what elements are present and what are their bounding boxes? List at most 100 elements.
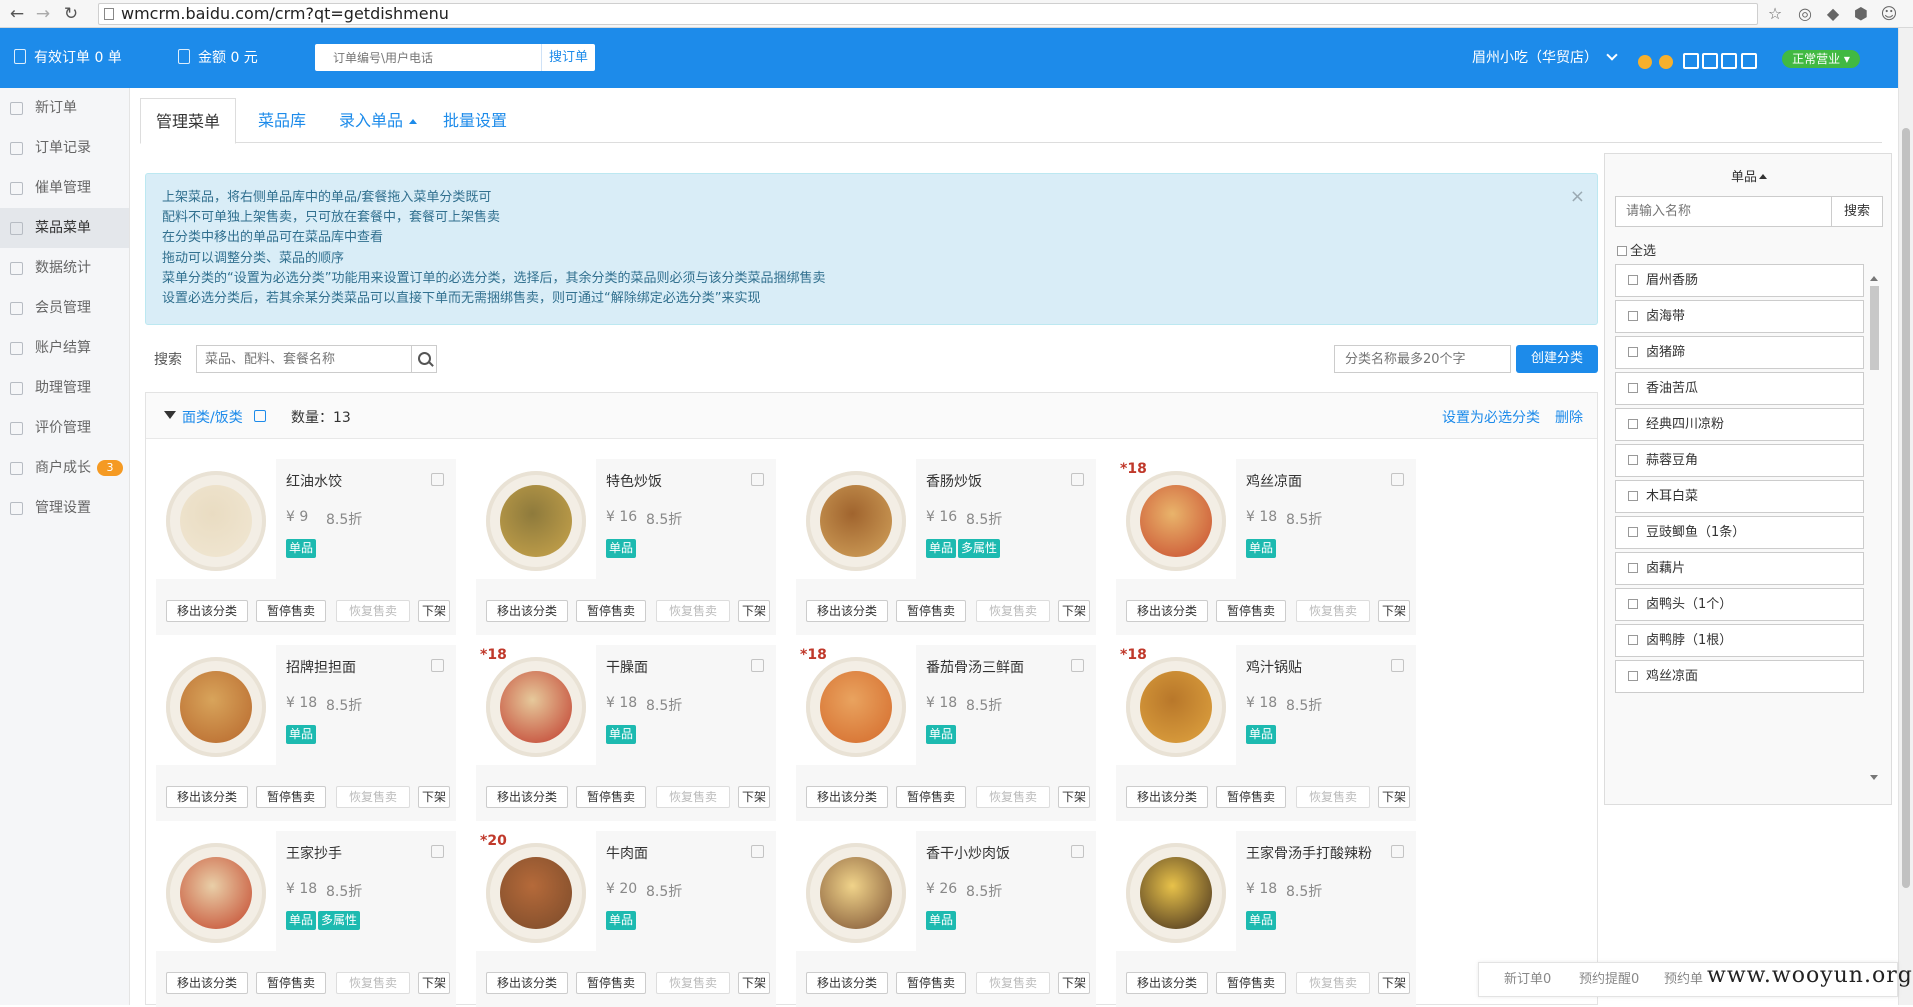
remove-from-category-button[interactable]: 移出该分类 [166,786,248,808]
item-checkbox[interactable] [1628,671,1638,681]
unlist-button[interactable]: 下架 [738,786,770,808]
dish-card[interactable]: *18 番茄骨汤三鲜面 ¥ 18 8.5折 单品 移出该分类 暂停售卖 恢复售卖 下架 [796,645,1096,821]
notice-reservation[interactable]: 预约单 [1664,963,1703,996]
panel-title[interactable]: 单品 [1605,166,1893,185]
unlist-button[interactable]: 下架 [1378,972,1410,994]
resume-sale-button[interactable]: 恢复售卖 [1296,972,1370,994]
unlist-button[interactable]: 下架 [738,600,770,622]
resume-sale-button[interactable]: 恢复售卖 [336,600,410,622]
resume-sale-button[interactable]: 恢复售卖 [336,972,410,994]
notice-dot-icon[interactable] [1638,55,1652,69]
dish-card[interactable]: 王家抄手 ¥ 18 8.5折 单品 多属性 移出该分类 暂停售卖 恢复售卖 下架 [156,831,456,1007]
library-item[interactable]: 蒜蓉豆角 [1615,444,1864,477]
edit-icon[interactable] [1391,659,1404,672]
dish-card[interactable]: 红油水饺 ¥ 9 8.5折 单品 移出该分类 暂停售卖 恢复售卖 下架 [156,459,456,635]
pause-sale-button[interactable]: 暂停售卖 [576,600,646,622]
dish-card[interactable]: *18 鸡汁锅贴 ¥ 18 8.5折 单品 移出该分类 暂停售卖 恢复售卖 下架 [1116,645,1416,821]
edit-icon[interactable] [431,473,444,486]
pause-sale-button[interactable]: 暂停售卖 [1216,600,1286,622]
unlist-button[interactable]: 下架 [1058,600,1090,622]
unlist-button[interactable]: 下架 [418,600,450,622]
library-item[interactable]: 卤鸭脖（1根） [1615,624,1864,657]
collapse-caret-icon[interactable] [164,411,176,419]
edit-icon[interactable] [1071,659,1084,672]
dish-card[interactable]: 王家骨汤手打酸辣粉 ¥ 18 8.5折 单品 移出该分类 暂停售卖 恢复售卖 下架 [1116,831,1416,1007]
tab-manage-menu[interactable]: 管理菜单 [140,98,236,144]
remove-from-category-button[interactable]: 移出该分类 [806,972,888,994]
valid-orders[interactable]: 有效订单 0 单 [14,48,122,68]
item-checkbox[interactable] [1628,635,1638,645]
dish-card[interactable]: 香肠炒饭 ¥ 16 8.5折 单品 多属性 移出该分类 暂停售卖 恢复售卖 下架 [796,459,1096,635]
sidebar-item-account[interactable]: 账户结算 [0,328,129,368]
edit-icon[interactable] [431,845,444,858]
extension-circle-icon[interactable]: ◎ [1795,4,1815,24]
sidebar-item-menu[interactable]: 菜品菜单 [0,208,129,248]
dish-card[interactable]: *20 牛肉面 ¥ 20 8.5折 单品 移出该分类 暂停售卖 恢复售卖 下架 [476,831,776,1007]
remove-from-category-button[interactable]: 移出该分类 [806,600,888,622]
edit-icon[interactable] [1391,473,1404,486]
pause-sale-button[interactable]: 暂停售卖 [576,786,646,808]
settings-icon[interactable] [1721,53,1737,69]
item-checkbox[interactable] [1628,275,1638,285]
dish-card[interactable]: 特色炒饭 ¥ 16 8.5折 单品 移出该分类 暂停售卖 恢复售卖 下架 [476,459,776,635]
resume-sale-button[interactable]: 恢复售卖 [656,786,730,808]
order-search-input[interactable] [315,44,542,71]
dish-card[interactable]: 香干小炒肉饭 ¥ 26 8.5折 单品 移出该分类 暂停售卖 恢复售卖 下架 [796,831,1096,1007]
select-all-checkbox[interactable] [1617,246,1627,256]
resume-sale-button[interactable]: 恢复售卖 [976,972,1050,994]
scroll-up-icon[interactable] [1870,276,1878,281]
dish-card[interactable]: *18 鸡丝凉面 ¥ 18 8.5折 单品 移出该分类 暂停售卖 恢复售卖 下架 [1116,459,1416,635]
library-item[interactable]: 卤鸭头（1个） [1615,588,1864,621]
item-checkbox[interactable] [1628,419,1638,429]
item-checkbox[interactable] [1628,491,1638,501]
edit-icon[interactable] [751,845,764,858]
forward-arrow-icon[interactable]: → [32,3,54,25]
edit-icon[interactable] [1391,845,1404,858]
item-checkbox[interactable] [1628,599,1638,609]
item-checkbox[interactable] [1628,311,1638,321]
item-checkbox[interactable] [1628,383,1638,393]
edit-icon[interactable] [1071,845,1084,858]
library-item[interactable]: 豆豉鲫鱼（1条） [1615,516,1864,549]
set-required-category-link[interactable]: 设置为必选分类 [1442,407,1540,427]
tab-dish-library[interactable]: 菜品库 [245,98,319,143]
pause-sale-button[interactable]: 暂停售卖 [896,786,966,808]
resume-sale-button[interactable]: 恢复售卖 [656,600,730,622]
category-name-input[interactable] [1334,345,1511,373]
sidebar-item-new-order[interactable]: 新订单 [0,88,129,128]
library-item[interactable]: 卤猪蹄 [1615,336,1864,369]
resume-sale-button[interactable]: 恢复售卖 [336,786,410,808]
dish-search-input[interactable] [196,345,412,373]
remove-from-category-button[interactable]: 移出该分类 [166,972,248,994]
amount[interactable]: 金额 0 元 [178,48,258,68]
remove-from-category-button[interactable]: 移出该分类 [486,972,568,994]
extension-hex-icon[interactable]: ⬢ [1851,4,1871,24]
item-checkbox[interactable] [1628,563,1638,573]
notice-new-orders[interactable]: 新订单0 [1504,963,1551,996]
unlist-button[interactable]: 下架 [1058,972,1090,994]
pause-sale-button[interactable]: 暂停售卖 [256,786,326,808]
select-all[interactable]: 全选 [1617,240,1656,259]
remove-from-category-button[interactable]: 移出该分类 [166,600,248,622]
business-status-badge[interactable]: 正常营业 ▾ [1782,50,1860,68]
item-checkbox[interactable] [1628,455,1638,465]
notice-dot-icon-2[interactable] [1659,55,1673,69]
resume-sale-button[interactable]: 恢复售卖 [1296,600,1370,622]
unlist-button[interactable]: 下架 [738,972,770,994]
library-item[interactable]: 卤藕片 [1615,552,1864,585]
item-search-button[interactable]: 搜索 [1831,196,1883,227]
sidebar-item-review[interactable]: 评价管理 [0,408,129,448]
remove-from-category-button[interactable]: 移出该分类 [806,786,888,808]
notice-reservation-reminder[interactable]: 预约提醒0 [1579,963,1639,996]
search-order-button[interactable]: 搜订单 [541,44,595,71]
edit-icon[interactable] [1071,473,1084,486]
sidebar-item-reminder[interactable]: 催单管理 [0,168,129,208]
extension-diamond-icon[interactable]: ◆ [1823,4,1843,24]
pause-sale-button[interactable]: 暂停售卖 [896,600,966,622]
tab-batch-settings[interactable]: 批量设置 [435,98,515,143]
sidebar-item-stats[interactable]: 数据统计 [0,248,129,288]
library-item[interactable]: 木耳白菜 [1615,480,1864,513]
page-scrollbar[interactable] [1898,28,1913,1005]
delete-category-link[interactable]: 删除 [1555,407,1583,427]
item-list-scrollbar[interactable] [1867,274,1881,782]
